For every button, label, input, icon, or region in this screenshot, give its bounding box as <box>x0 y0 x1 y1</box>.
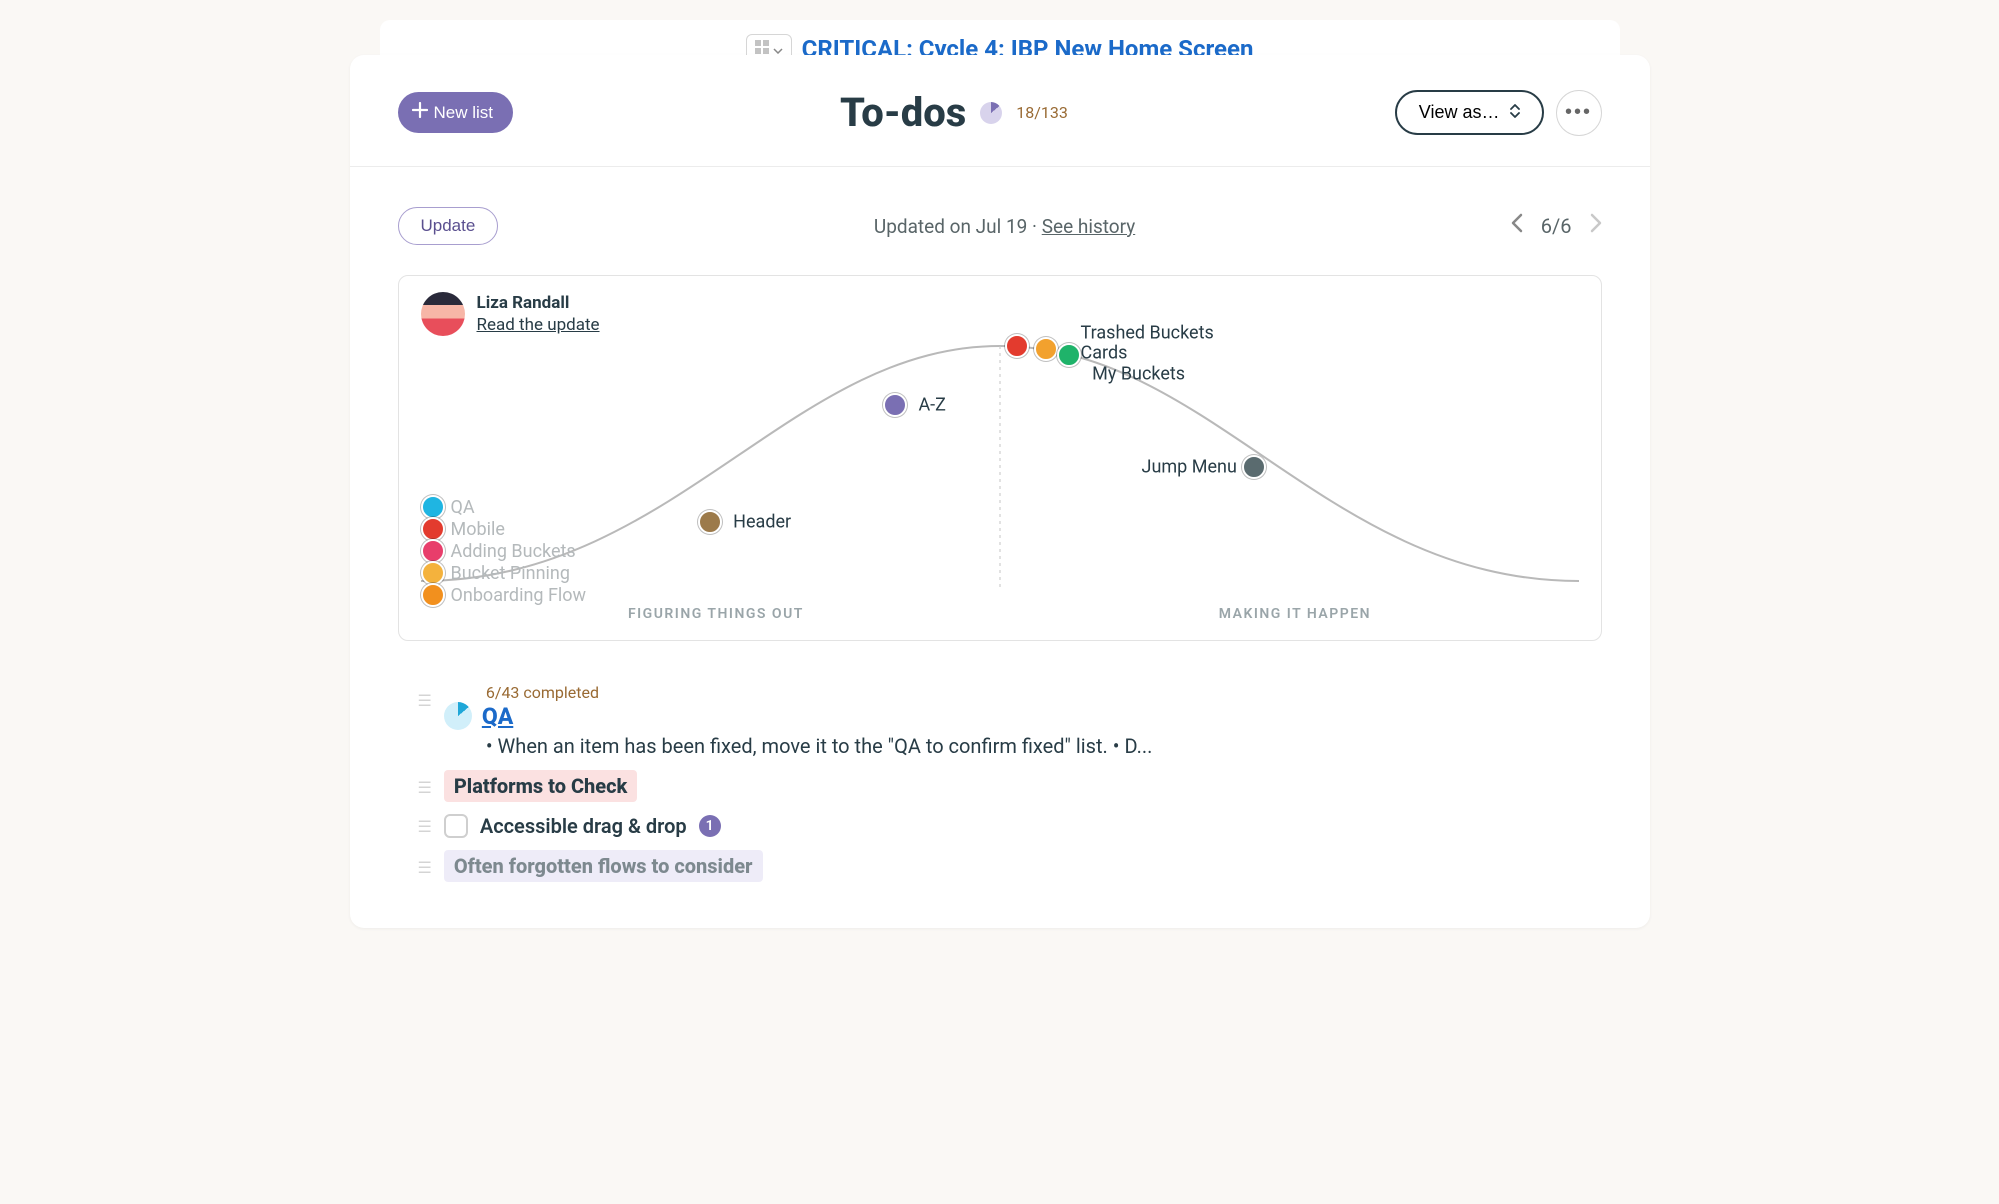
section-forgotten-row: ☰ Often forgotten flows to consider <box>418 844 1602 888</box>
update-author: Liza Randall Read the update <box>421 292 600 336</box>
progress-count: 18/133 <box>1016 103 1068 122</box>
see-history-link[interactable]: See history <box>1042 215 1136 238</box>
qa-progress-pie-icon <box>444 702 472 730</box>
progress-pie-icon <box>980 102 1002 124</box>
pager-prev-button[interactable] <box>1511 213 1523 239</box>
hill-chart: Liza Randall Read the update QA Mobile A… <box>398 275 1602 641</box>
phase-label-left: FIGURING THINGS OUT <box>628 606 804 622</box>
update-meta: Updated on Jul 19 · See history <box>874 215 1135 238</box>
dots-icon: ••• <box>1565 101 1592 124</box>
hill-item-adding-buckets[interactable] <box>421 539 445 563</box>
hill-item-a-z[interactable] <box>883 393 907 417</box>
todo-item-label[interactable]: Accessible drag & drop <box>480 814 687 838</box>
new-list-label: New list <box>434 103 494 123</box>
qa-description: • When an item has been fixed, move it t… <box>486 734 1602 758</box>
section-heading-platforms[interactable]: Platforms to Check <box>444 770 638 802</box>
update-button[interactable]: Update <box>398 207 499 245</box>
pager-next-button[interactable] <box>1590 213 1602 239</box>
todo-checkbox[interactable] <box>444 814 468 838</box>
read-update-link[interactable]: Read the update <box>477 315 600 335</box>
hill-curve <box>421 296 1579 606</box>
avatar <box>421 292 465 336</box>
hill-item-cards[interactable] <box>1034 337 1058 361</box>
update-pager: 6/6 <box>1511 213 1602 239</box>
sort-arrows-icon <box>1510 102 1520 123</box>
hill-item-mobile[interactable] <box>421 517 445 541</box>
main-card: New list To-dos 18/133 View as… ••• <box>350 55 1650 928</box>
card-header: New list To-dos 18/133 View as… ••• <box>350 55 1650 167</box>
hill-item-onboarding-flow[interactable] <box>421 583 445 607</box>
qa-list-link[interactable]: QA <box>482 703 513 730</box>
more-options-button[interactable]: ••• <box>1556 90 1602 136</box>
section-platforms-row: ☰ Platforms to Check <box>418 764 1602 808</box>
hill-item-header[interactable] <box>698 510 722 534</box>
drag-handle-icon[interactable]: ☰ <box>418 817 432 836</box>
author-name: Liza Randall <box>477 292 600 314</box>
hill-item-bucket-pinning[interactable] <box>421 561 445 585</box>
todo-item-accessible-drag: ☰ Accessible drag & drop 1 <box>418 808 1602 844</box>
hill-item-trashed-buckets[interactable] <box>1005 334 1029 358</box>
drag-handle-icon[interactable]: ☰ <box>418 691 432 710</box>
page-title: To-dos <box>840 89 966 136</box>
qa-completed-count: 6/43 completed <box>486 683 1602 702</box>
view-as-label: View as… <box>1419 102 1500 123</box>
comment-count-badge[interactable]: 1 <box>699 815 721 837</box>
view-as-button[interactable]: View as… <box>1395 90 1544 135</box>
hill-item-my-buckets[interactable] <box>1057 343 1081 367</box>
updated-on-text: Updated on Jul 19 <box>874 215 1027 238</box>
drag-handle-icon[interactable]: ☰ <box>418 858 432 877</box>
hill-item-qa[interactable] <box>421 495 445 519</box>
drag-handle-icon[interactable]: ☰ <box>418 778 432 797</box>
pager-count: 6/6 <box>1541 214 1572 238</box>
hill-item-jump-menu[interactable] <box>1242 455 1266 479</box>
phase-label-right: MAKING IT HAPPEN <box>1219 606 1371 622</box>
new-list-button[interactable]: New list <box>398 92 514 133</box>
section-heading-forgotten[interactable]: Often forgotten flows to consider <box>444 850 763 882</box>
update-toolbar: Update Updated on Jul 19 · See history 6… <box>398 207 1602 245</box>
plus-icon <box>412 102 428 123</box>
todo-list-qa: ☰ 6/43 completed QA • When an item has b… <box>418 677 1602 764</box>
